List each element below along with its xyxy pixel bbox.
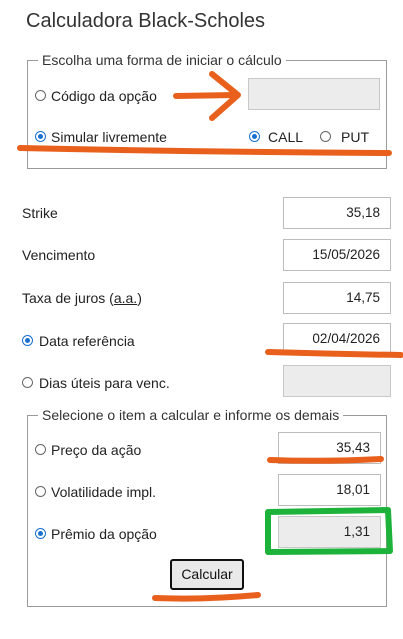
underline-reference-date	[265, 349, 403, 358]
arrow-annotation	[173, 71, 241, 121]
annotation-overlay	[17, 71, 403, 602]
underline-simulate-row	[17, 145, 392, 156]
underline-calculate-button	[152, 592, 261, 602]
highlight-option-premium	[265, 507, 393, 555]
underline-stock-price	[267, 456, 384, 464]
